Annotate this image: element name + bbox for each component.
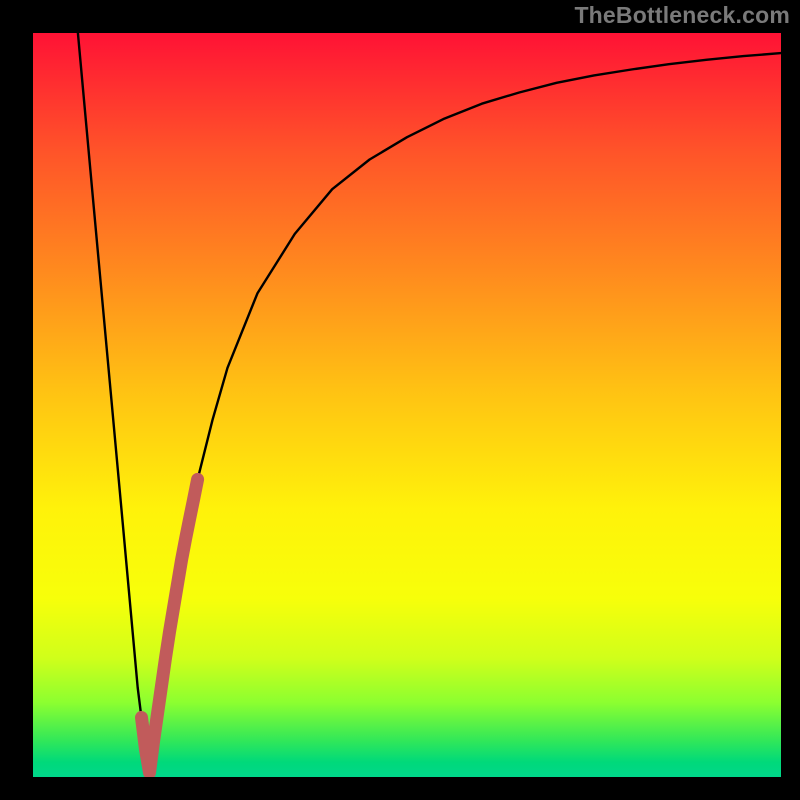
chart-svg xyxy=(33,33,781,777)
bottleneck-curve-highlight xyxy=(142,479,198,772)
chart-frame: TheBottleneck.com xyxy=(0,0,800,800)
watermark-text: TheBottleneck.com xyxy=(574,2,790,29)
bottleneck-curve-line xyxy=(78,33,781,777)
